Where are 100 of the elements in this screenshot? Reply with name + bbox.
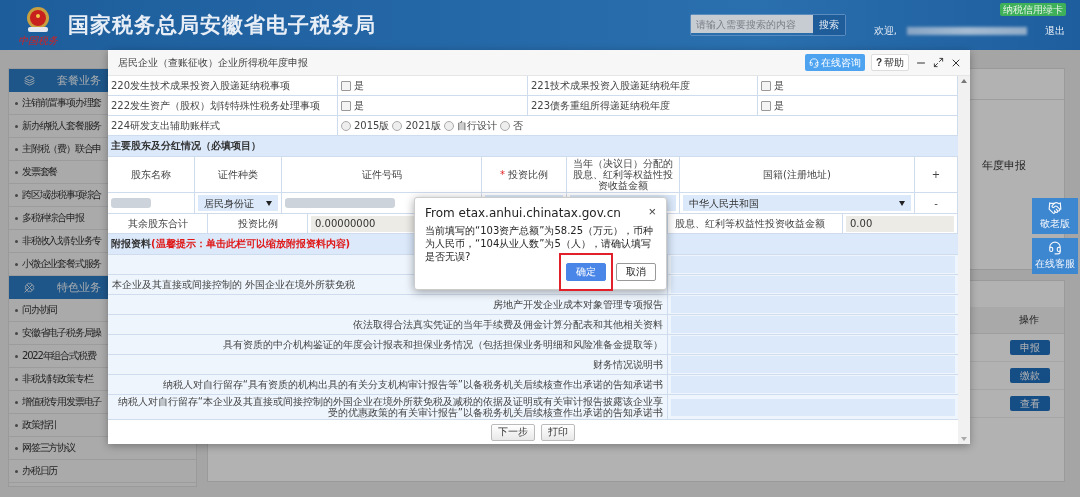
input-field[interactable] xyxy=(671,316,955,333)
checkbox-label: 是 xyxy=(774,80,784,91)
sidebar-item-label: 非税收入划转业务专 xyxy=(22,234,102,248)
input-field[interactable] xyxy=(671,356,955,373)
caret-icon xyxy=(266,200,272,206)
bullet-icon xyxy=(15,193,18,197)
handshake-icon xyxy=(1048,201,1062,215)
required-mark: * xyxy=(500,169,505,180)
column-header: 股东名称 xyxy=(131,169,171,180)
bullet-icon xyxy=(15,101,18,105)
bullet-icon xyxy=(15,308,18,312)
sidebar-item-label: 办税日历 xyxy=(22,464,58,478)
input-field[interactable] xyxy=(671,256,955,273)
sidebar-item-label: 政策指引 xyxy=(22,418,58,432)
sidebar-item-label: 发票套餐 xyxy=(22,165,58,179)
bullet-icon xyxy=(15,423,18,427)
bullet-icon xyxy=(15,216,18,220)
help-button[interactable]: ? 帮助 xyxy=(870,54,909,71)
radio-label: 自行设计 xyxy=(456,120,497,131)
confirm-button[interactable]: 确定 xyxy=(566,263,606,281)
sidebar-item-label: 网签三方协议 xyxy=(22,441,75,455)
row-label: 股息、红利等权益性投资收益金额 xyxy=(675,218,825,229)
column-header: 操作 xyxy=(1019,313,1039,327)
checkbox-label: 是 xyxy=(354,80,364,91)
footer-button[interactable]: 打印 xyxy=(541,423,575,441)
sidebar-item-label: 主附税（费）联合申 xyxy=(22,142,102,156)
section-title: 特色业务 xyxy=(57,280,101,295)
bullet-icon xyxy=(15,147,18,151)
search-field[interactable]: 请输入需要搜索的内容 xyxy=(690,15,813,33)
question-label: 223债务重组所得递延纳税年度 xyxy=(531,100,671,111)
column-header: 投资比例 xyxy=(508,169,548,180)
attachment-label: 房地产开发企业成本对象管理专项报告 xyxy=(493,299,663,310)
headset-icon xyxy=(808,57,819,68)
input-field[interactable]: 0.00 xyxy=(846,215,954,232)
column-header: 当年（决议日）分配的股息、红利等权益性投资收益金额 xyxy=(572,158,674,191)
radio-label: 否 xyxy=(512,120,523,131)
dialog-title: 居民企业（查账征收）企业所得税年度申报 xyxy=(118,55,309,70)
site-title: 国家税务总局安徽省电子税务局 xyxy=(68,12,377,39)
action-button[interactable]: 缴款 xyxy=(1010,368,1050,383)
id-type-select[interactable]: 居民身份证 xyxy=(198,195,278,211)
sidebar-item-label: 安徽省电子税务局操 xyxy=(22,326,102,340)
section-title: 附报资料 xyxy=(111,237,151,251)
input-field[interactable] xyxy=(671,276,955,293)
checkbox[interactable] xyxy=(761,100,771,111)
sidebar-item-label: 小微企业套餐式服务 xyxy=(22,257,102,271)
maximize-icon[interactable] xyxy=(933,57,944,68)
footer-button[interactable]: 下一步 xyxy=(491,423,535,441)
column-header: 证件号码 xyxy=(361,169,402,180)
bullet-icon xyxy=(15,170,18,174)
radio-button[interactable] xyxy=(392,120,403,131)
bullet-icon xyxy=(15,469,18,473)
input-field[interactable] xyxy=(671,376,955,393)
action-button[interactable]: 申报 xyxy=(1010,340,1050,355)
scrollbar[interactable] xyxy=(958,76,970,444)
action-button[interactable]: 查看 xyxy=(1010,396,1050,411)
sidebar-item-label: 非税划转政策专栏 xyxy=(22,372,93,386)
attachment-label: 具有资质的中介机构鉴证的年度会计报表和担保业务情况（包括担保业务明细和风险准备金提取等） xyxy=(223,339,663,350)
welcome-text: 欢迎, xyxy=(873,24,897,38)
sidebar-item-label: 注销前置事项办理套 xyxy=(22,96,102,110)
emblem-icon xyxy=(24,4,52,35)
card-title: 年度申报 xyxy=(982,158,1026,173)
bullet-icon xyxy=(15,354,18,358)
attachment-label: 财务情况说明书 xyxy=(593,359,663,370)
cancel-button[interactable]: 取消 xyxy=(616,263,656,281)
logout-link[interactable]: 退出 xyxy=(1045,24,1065,38)
floating-button[interactable]: 敬老版 xyxy=(1032,198,1078,234)
bullet-icon xyxy=(15,124,18,128)
close-button[interactable]: × xyxy=(648,206,656,218)
checkbox[interactable] xyxy=(761,80,771,91)
sidebar-item-label: 新办纳税人套餐服务 xyxy=(22,119,102,133)
checkbox[interactable] xyxy=(341,80,351,91)
radio-button[interactable] xyxy=(443,120,454,131)
row-label: 投资比例 xyxy=(237,218,278,229)
radio-label: 2015版 xyxy=(354,120,390,131)
arrow-down-icon[interactable] xyxy=(960,436,968,442)
bullet-icon xyxy=(15,239,18,243)
bullet-icon xyxy=(15,377,18,381)
sidebar-item-label: 跨区域涉税事项综合 xyxy=(22,188,102,202)
search-button[interactable]: 搜索 xyxy=(812,15,845,35)
checkbox-label: 是 xyxy=(774,100,784,111)
bullet-icon xyxy=(15,446,18,450)
bullet-icon xyxy=(15,262,18,266)
radio-button[interactable] xyxy=(499,120,510,131)
clover-icon xyxy=(24,282,35,293)
input-field[interactable] xyxy=(671,296,955,313)
arrow-up-icon[interactable] xyxy=(960,78,968,84)
sidebar-item[interactable]: 办税日历 xyxy=(9,460,196,483)
checkbox[interactable] xyxy=(341,100,351,111)
logo-text: 中国税务 xyxy=(18,34,58,46)
add-row-button[interactable]: + xyxy=(931,169,941,180)
country-select[interactable]: 中华人民共和国 xyxy=(683,195,911,211)
sidebar-item-label: 多税种综合申报 xyxy=(22,211,84,225)
caret-icon xyxy=(899,200,905,206)
layers-icon xyxy=(24,75,35,86)
redacted-text xyxy=(111,197,151,209)
input-field[interactable] xyxy=(671,336,955,353)
checkbox-label: 是 xyxy=(354,100,364,111)
floating-button[interactable]: 在线客服 xyxy=(1032,238,1078,274)
bullet-icon xyxy=(15,331,18,335)
radio-button[interactable] xyxy=(341,120,351,131)
